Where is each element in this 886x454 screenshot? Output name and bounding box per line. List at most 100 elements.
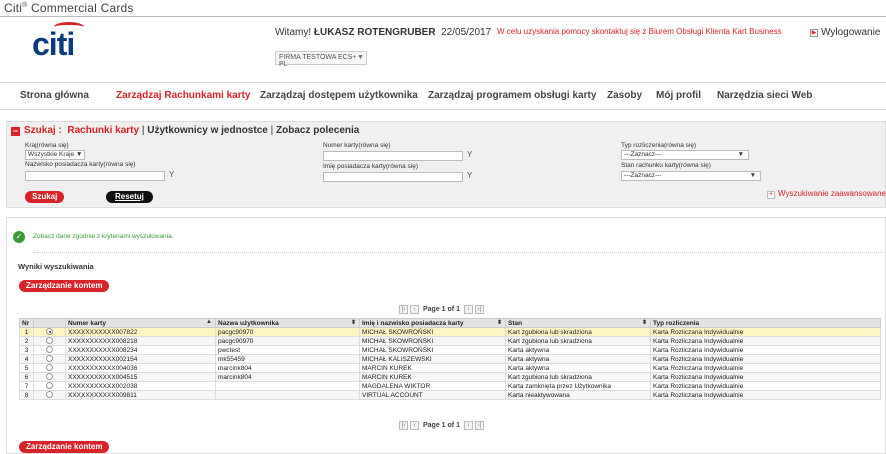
collapse-icon[interactable]: −	[11, 127, 20, 136]
card-number: XXXXXXXXXXX008218	[65, 336, 216, 346]
prev-page-icon[interactable]: ‹	[410, 305, 419, 314]
row-radio	[33, 381, 66, 391]
logout-link[interactable]: ▶ Wylogowanie	[810, 27, 880, 38]
holder-surname-label: Nazwisko posiadacza karty(równa się)	[25, 161, 136, 168]
user-name: mk55459	[215, 354, 360, 364]
card-status: Karta nieaktywowana	[505, 390, 651, 400]
card-status: Karta zamknięta przez Użytkownika	[505, 381, 651, 391]
user-name: marcink804	[215, 372, 360, 382]
column-card-number[interactable]: Numer karty ▲	[65, 318, 216, 328]
nav-item-home[interactable]: Strona główna	[20, 90, 89, 101]
holder-surname-input[interactable]	[25, 171, 165, 181]
holder-name: MICHAŁ KALISZEWSKI	[359, 354, 506, 364]
row-select-radio[interactable]	[46, 328, 53, 335]
manage-account-button-bottom[interactable]: Zarządzanie kontem	[19, 441, 110, 453]
nav-item-resources[interactable]: Zasoby	[607, 90, 642, 101]
row-select-radio[interactable]	[46, 373, 53, 380]
account-status-select[interactable]: ---Zaznacz--- ▼	[621, 171, 761, 181]
manage-account-button[interactable]: Zarządzanie kontem	[19, 280, 110, 292]
card-status: Karta aktywna	[505, 363, 651, 373]
filter-icon: Y	[467, 171, 473, 180]
next-page-icon[interactable]: ›	[463, 305, 473, 314]
row-select-radio[interactable]	[46, 391, 53, 398]
column-billing-type[interactable]: Typ rozliczenia	[650, 318, 881, 328]
billing-type: Karta Rozliczana Indywidualnie	[650, 354, 881, 364]
row-radio	[33, 345, 66, 355]
user-name: pwctest	[215, 345, 360, 355]
sort-icon: ⬍	[350, 320, 356, 326]
row-select-radio[interactable]	[46, 382, 53, 389]
citi-logo[interactable]: citi	[32, 26, 75, 63]
row-radio	[33, 390, 66, 400]
nav-item-my-profile[interactable]: Mój profil	[656, 90, 701, 101]
tab-users-in-unit[interactable]: Użytkownicy w jednostce	[147, 125, 268, 136]
column-status[interactable]: Stan ⬍	[505, 318, 651, 328]
holder-name: VIRTUAL ACCOUNT	[359, 390, 506, 400]
last-page-icon[interactable]: ›|	[474, 421, 484, 430]
row-select-radio[interactable]	[46, 337, 53, 344]
results-table: Nr Numer karty ▲ Nazwa użytkownika ⬍ Imię …	[19, 318, 881, 400]
prev-page-icon[interactable]: ‹	[410, 421, 419, 430]
row-radio	[33, 363, 66, 373]
user-name	[215, 390, 360, 400]
table-row[interactable]: 8 XXXXXXXXXXX009811 VIRTUAL ACCOUNT Karta n…	[19, 390, 881, 400]
filter-icon: Y	[169, 170, 175, 179]
results-title: Wyniki wyszukiwania	[18, 262, 94, 271]
billing-type-label: Typ rozliczenia(równa się)	[621, 142, 697, 149]
column-user-name[interactable]: Nazwa użytkownika ⬍	[215, 318, 360, 328]
check-icon: ✓	[13, 231, 25, 243]
row-select-radio[interactable]	[46, 346, 53, 353]
search-button[interactable]: Szukaj	[25, 191, 65, 203]
holder-name: MARCIN KUREK	[359, 363, 506, 373]
column-holder-name[interactable]: Imię i nazwisko posiadacza karty ⬍	[359, 318, 506, 328]
row-number: 3	[19, 345, 34, 355]
table-row[interactable]: 5 XXXXXXXXXXX004036 marcink804 MARCIN KUREK…	[19, 363, 881, 373]
row-number: 2	[19, 336, 34, 346]
app-title: Citi® Commercial Cards	[4, 1, 134, 15]
tab-card-accounts[interactable]: Rachunki karty	[67, 125, 139, 136]
company-select[interactable]: FIRMA TESTOWA ECS+ - PL ▼	[275, 51, 367, 68]
table-row[interactable]: 2 XXXXXXXXXXX008218 pacgc90970 MICHAŁ SKOWR…	[19, 336, 881, 346]
row-select-radio[interactable]	[46, 355, 53, 362]
holder-name: MAGDALENA WIKTOR	[359, 381, 506, 391]
country-select[interactable]: Wszystkie Kraje ▼	[25, 150, 85, 160]
advanced-search-link[interactable]: + Wyszukiwanie zaawansowane	[767, 189, 886, 199]
table-row[interactable]: 1 XXXXXXXXXXX007822 pacgc90970 MICHAŁ SKOWR…	[19, 327, 881, 337]
nav-item-manage-card-accounts[interactable]: Zarządzaj Rachunkami karty	[116, 90, 251, 101]
search-heading: − Szukaj : Rachunki karty | Użytkownicy w…	[11, 125, 360, 136]
table-row[interactable]: 3 XXXXXXXXXXX008234 pwctest MICHAŁ SKOWROŃS…	[19, 345, 881, 355]
results-panel: ✓ Zobacz dane zgodnie z kryteriami wyszu…	[6, 217, 886, 454]
card-number-label: Numer karty(równa się)	[323, 142, 391, 149]
user-name: pacgc90970	[215, 327, 360, 337]
divider	[33, 252, 883, 253]
row-number: 5	[19, 363, 34, 373]
plus-icon: +	[767, 191, 775, 199]
next-page-icon[interactable]: ›	[463, 421, 473, 430]
tab-view-orders[interactable]: Zobacz polecenia	[276, 125, 359, 136]
card-number: XXXXXXXXXXX002038	[65, 381, 216, 391]
card-number-input[interactable]	[323, 151, 463, 161]
nav-item-web-tools[interactable]: Narzędzia sieci Web	[717, 90, 812, 101]
pager-top: |‹ ‹ Page 1 of 1 › ›|	[398, 305, 485, 314]
card-status: Kart zgubiona lub skradziona	[505, 372, 651, 382]
holder-name: MICHAŁ SKOWROŃSKI	[359, 345, 506, 355]
last-page-icon[interactable]: ›|	[474, 305, 484, 314]
nav-item-manage-user-access[interactable]: Zarządzaj dostępem użytkownika	[260, 90, 418, 101]
table-row[interactable]: 7 XXXXXXXXXXX002038 MAGDALENA WIKTOR Karta …	[19, 381, 881, 391]
success-message: Zobacz dane zgodnie z kryteriami wyszuki…	[33, 233, 174, 240]
nav-item-manage-card-program[interactable]: Zarządzaj programem obsługi karty	[428, 90, 596, 101]
row-select-radio[interactable]	[46, 364, 53, 371]
table-row[interactable]: 6 XXXXXXXXXXX004515 marcink804 MARCIN KUREK…	[19, 372, 881, 382]
billing-type-select[interactable]: ---Zaznacz--- ▼	[621, 150, 749, 160]
card-number: XXXXXXXXXXX008234	[65, 345, 216, 355]
first-page-icon[interactable]: |‹	[399, 305, 408, 314]
row-radio	[33, 372, 66, 382]
country-label: Kraj(równa się)	[25, 142, 69, 149]
first-page-icon[interactable]: |‹	[399, 421, 408, 430]
billing-type: Karta Rozliczana Indywidualnie	[650, 363, 881, 373]
holder-first-name-input[interactable]	[323, 172, 463, 182]
reset-button[interactable]: Resetuj	[106, 191, 153, 203]
filter-icon: Y	[467, 150, 473, 159]
card-status: Kart zgubiona lub skradziona	[505, 336, 651, 346]
table-row[interactable]: 4 XXXXXXXXXXX002154 mk55459 MICHAŁ KALISZEW…	[19, 354, 881, 364]
